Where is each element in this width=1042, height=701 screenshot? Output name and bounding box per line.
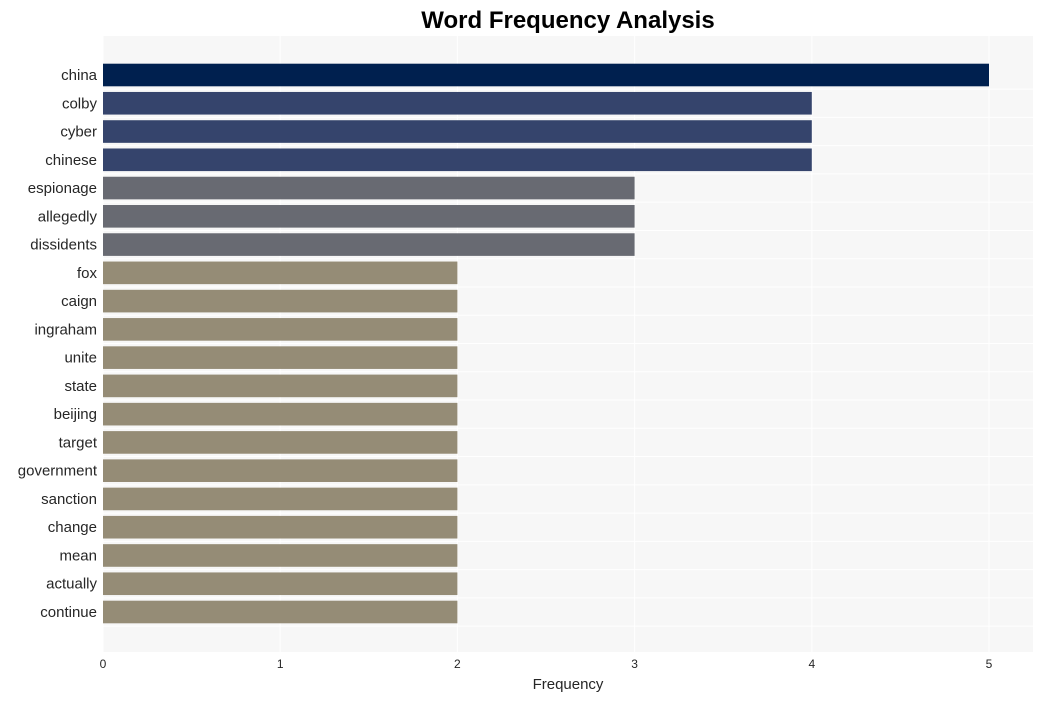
word-frequency-chart: china colby cyber chinese espionage allegedly…: [18, 7, 1033, 693]
bar-chinese: [103, 148, 812, 172]
y-label-espionage: espionage: [28, 180, 97, 197]
bar-government: [103, 459, 458, 482]
bar-unite: [103, 346, 458, 369]
bar-cyber: [103, 120, 812, 143]
y-label-target: target: [59, 434, 98, 451]
y-label-sanction: sanction: [41, 491, 97, 508]
y-label-government: government: [18, 463, 98, 480]
x-tick-4: 4: [808, 657, 815, 671]
y-label-china: china: [61, 67, 98, 84]
y-label-fox: fox: [77, 265, 98, 282]
x-tick-2: 2: [454, 657, 461, 671]
bar-change: [103, 515, 458, 539]
x-tick-3: 3: [631, 657, 638, 671]
bar-sanction: [103, 487, 458, 511]
bar-target: [103, 431, 458, 454]
y-label-state: state: [64, 378, 97, 395]
y-label-actually: actually: [46, 576, 97, 593]
y-label-allegedly: allegedly: [38, 208, 98, 225]
y-label-unite: unite: [64, 350, 97, 367]
bar-espionage: [103, 176, 635, 200]
bar-mean: [103, 544, 458, 567]
y-label-continue: continue: [40, 604, 97, 621]
y-label-ingraham: ingraham: [34, 321, 97, 338]
bar-beijing: [103, 402, 458, 426]
y-label-chinese: chinese: [45, 152, 97, 169]
y-label-cyber: cyber: [60, 124, 97, 141]
x-axis-ticks: 0 1 2 3 4 5: [100, 657, 993, 671]
bar-china: [103, 63, 989, 87]
y-label-caign: caign: [61, 293, 97, 310]
bar-state: [103, 374, 458, 398]
y-label-change: change: [48, 519, 97, 536]
y-label-mean: mean: [59, 547, 97, 564]
x-tick-1: 1: [277, 657, 284, 671]
y-axis-labels: china colby cyber chinese espionage allegedly…: [18, 67, 98, 621]
y-label-colby: colby: [62, 95, 98, 112]
bar-allegedly: [103, 205, 635, 228]
bar-colby: [103, 91, 812, 115]
bar-caign: [103, 289, 458, 313]
bar-actually: [103, 572, 458, 596]
x-tick-0: 0: [100, 657, 107, 671]
bar-continue: [103, 600, 458, 624]
chart-title: Word Frequency Analysis: [421, 7, 714, 34]
y-label-dissidents: dissidents: [30, 237, 97, 254]
x-axis-label: Frequency: [533, 676, 604, 693]
y-label-beijing: beijing: [54, 406, 97, 423]
x-tick-5: 5: [986, 657, 993, 671]
bar-fox: [103, 261, 458, 285]
bar-ingraham: [103, 318, 458, 341]
bar-dissidents: [103, 233, 635, 256]
